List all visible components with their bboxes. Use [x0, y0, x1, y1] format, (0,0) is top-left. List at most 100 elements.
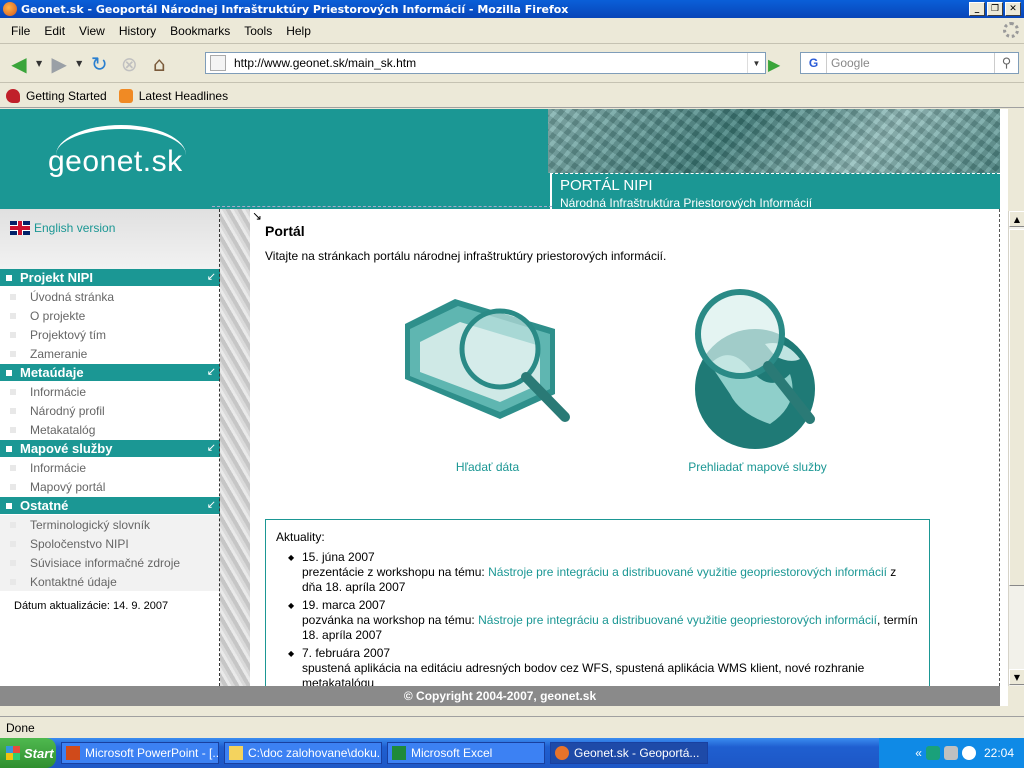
bullet-icon: [10, 426, 16, 433]
bullet-icon: [10, 464, 16, 471]
news-link[interactable]: Nástroje pre integráciu a distribuované …: [488, 565, 887, 579]
search-data-link[interactable]: Hľadať dáta: [456, 460, 519, 474]
news-link[interactable]: Nástroje pre integráciu a distribuované …: [478, 613, 877, 627]
vertical-scrollbar[interactable]: ▲ ▼: [1008, 211, 1024, 686]
section-mapove-sluzby[interactable]: Mapové služby ↙: [0, 440, 220, 457]
main-content: Portál Vitajte na stránkach portálu náro…: [250, 209, 1000, 686]
task-firefox-geonet[interactable]: Geonet.sk - Geoportá...: [550, 742, 708, 764]
section-ostatne[interactable]: Ostatné ↙: [0, 497, 220, 514]
expand-arrow-icon[interactable]: ↙: [207, 498, 216, 511]
bullet-icon: [10, 350, 16, 357]
menu-edit[interactable]: Edit: [37, 24, 72, 38]
search-box[interactable]: G Google ⚲: [800, 52, 1019, 74]
rss-icon: [118, 88, 133, 103]
sidebar-item-terminologicky-slovnik[interactable]: Terminologický slovník: [0, 515, 220, 534]
start-label: Start: [24, 745, 54, 761]
sidebar-item-suvisiace-zdroje[interactable]: Súvisiace informačné zdroje: [0, 553, 220, 572]
scroll-thumb[interactable]: [1009, 229, 1024, 586]
back-arrow-icon[interactable]: ◀: [6, 51, 32, 77]
bullet-icon: [10, 540, 16, 547]
globe-magnifier-icon[interactable]: [670, 284, 845, 454]
back-dropdown-icon[interactable]: ▼: [36, 59, 42, 68]
forward-arrow-icon[interactable]: ▶: [46, 51, 72, 77]
bookmark-getting-started[interactable]: Getting Started: [6, 88, 107, 103]
firefox-bookmark-icon: [6, 88, 20, 103]
search-data-feature[interactable]: Hľadať dáta: [400, 284, 575, 474]
page-title: Portál: [265, 223, 305, 239]
web-page: geonet.sk PORTÁL NIPI Národná Infraštruk…: [0, 109, 1008, 706]
section-metaudaje[interactable]: Metaúdaje ↙: [0, 364, 220, 381]
menu-view[interactable]: View: [72, 24, 112, 38]
task-explorer-folder[interactable]: C:\doc zalohovane\doku...: [224, 742, 382, 764]
search-magnifier-icon[interactable]: ⚲: [994, 53, 1018, 73]
tray-clock[interactable]: 22:04: [984, 746, 1014, 760]
url-text[interactable]: http://www.geonet.sk/main_sk.htm: [234, 56, 416, 70]
sidebar-item-informacie[interactable]: Informácie: [0, 382, 220, 401]
menu-bookmarks[interactable]: Bookmarks: [163, 24, 237, 38]
aerial-photo: [548, 109, 1000, 173]
sidebar-item-label: Informácie: [30, 384, 87, 399]
sidebar-item-spolocenstvo-nipi[interactable]: Spoločenstvo NIPI: [0, 534, 220, 553]
menu-help[interactable]: Help: [279, 24, 318, 38]
browse-maps-link[interactable]: Prehliadať mapové služby: [688, 460, 827, 474]
status-text: Done: [6, 720, 35, 735]
sidebar-item-metakatalog[interactable]: Metakatalóg: [0, 420, 220, 439]
english-version-link[interactable]: English version: [10, 221, 115, 235]
sidebar-item-projektovy-tim[interactable]: Projektový tím: [0, 325, 220, 344]
sidebar-item-narodny-profil[interactable]: Národný profil: [0, 401, 220, 420]
go-icon[interactable]: ▶: [768, 55, 780, 74]
clock-icon[interactable]: [961, 746, 976, 760]
reload-icon[interactable]: ↻: [86, 51, 112, 77]
section-title: Metaúdaje: [20, 365, 84, 380]
sidebar-item-uvodna-stranka[interactable]: Úvodná stránka: [0, 287, 220, 306]
bullet-icon: [10, 559, 16, 566]
scroll-down-arrow-icon[interactable]: ▼: [1009, 669, 1024, 685]
browse-maps-feature[interactable]: Prehliadať mapové služby: [670, 284, 845, 474]
powerpoint-icon: [66, 746, 80, 760]
tray-expand-chevron[interactable]: «: [915, 746, 922, 760]
sidebar-item-label: Projektový tím: [30, 327, 107, 342]
english-version-label: English version: [34, 221, 116, 235]
site-logo[interactable]: geonet.sk: [48, 125, 198, 185]
task-label: Microsoft Excel: [411, 746, 493, 760]
folder-magnifier-icon[interactable]: [400, 284, 575, 454]
maximize-button[interactable]: ❐: [987, 2, 1003, 16]
expand-arrow-icon[interactable]: ↙: [207, 365, 216, 378]
forward-dropdown-icon[interactable]: ▼: [76, 59, 82, 68]
search-input[interactable]: Google: [831, 56, 870, 70]
divider: [219, 209, 220, 686]
security-icon[interactable]: [943, 746, 958, 760]
task-excel[interactable]: Microsoft Excel: [387, 742, 545, 764]
square-bullet-icon: [6, 445, 12, 452]
expand-arrow-icon[interactable]: ↙: [207, 441, 216, 454]
logo-text: geonet.sk: [48, 145, 183, 178]
task-powerpoint[interactable]: Microsoft PowerPoint - [...: [61, 742, 219, 764]
menu-tools[interactable]: Tools: [237, 24, 279, 38]
update-date: Dátum aktualizácie: 14. 9. 2007: [14, 600, 169, 612]
sidebar-item-informacie-mapy[interactable]: Informácie: [0, 458, 220, 477]
expand-arrow-icon[interactable]: ↙: [207, 270, 216, 283]
square-bullet-icon: [6, 502, 12, 509]
system-tray: « 22:04: [879, 738, 1024, 768]
stop-icon[interactable]: ⊗: [116, 51, 142, 77]
sidebar-item-label: O projekte: [30, 308, 86, 323]
network-icon[interactable]: [925, 746, 940, 760]
start-button[interactable]: Start: [0, 738, 56, 768]
menu-file[interactable]: File: [4, 24, 37, 38]
sidebar-item-zameranie[interactable]: Zameranie: [0, 344, 220, 363]
scroll-up-arrow-icon[interactable]: ▲: [1009, 211, 1024, 227]
minimize-button[interactable]: _: [969, 2, 985, 16]
menu-history[interactable]: History: [112, 24, 163, 38]
google-engine-icon[interactable]: G: [801, 53, 827, 73]
bullet-icon: [10, 521, 16, 528]
bookmark-latest-headlines[interactable]: Latest Headlines: [118, 88, 228, 103]
url-bar[interactable]: http://www.geonet.sk/main_sk.htm ▼: [205, 52, 766, 74]
url-history-dropdown-icon[interactable]: ▼: [747, 53, 765, 73]
sidebar-item-kontaktne-udaje[interactable]: Kontaktné údaje: [0, 572, 220, 591]
close-button[interactable]: ✕: [1005, 2, 1021, 16]
sidebar-item-mapovy-portal[interactable]: Mapový portál: [0, 477, 220, 496]
section-projekt-nipi[interactable]: Projekt NIPI ↙: [0, 269, 220, 286]
sidebar-item-o-projekte[interactable]: O projekte: [0, 306, 220, 325]
home-icon[interactable]: ⌂: [146, 51, 172, 77]
bookmark-label: Getting Started: [26, 88, 107, 103]
